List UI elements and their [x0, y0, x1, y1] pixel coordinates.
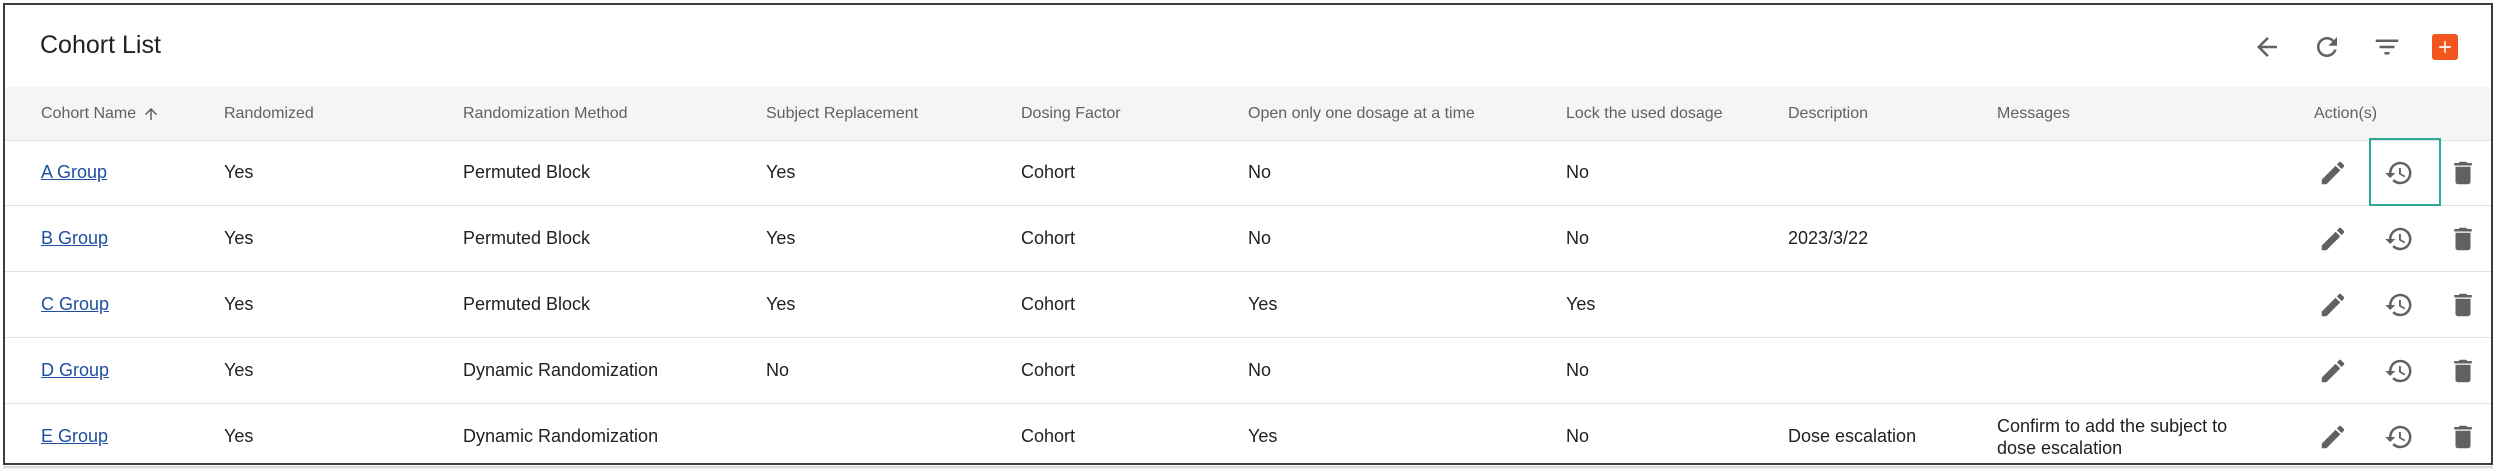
edit-button[interactable] [2313, 404, 2353, 469]
page-title: Cohort List [40, 31, 161, 59]
lock-value: No [1566, 162, 1590, 182]
dosing-value: Cohort [1021, 162, 1076, 182]
table-row: D Group Yes Dynamic Randomization No Coh… [5, 338, 2491, 404]
history-button[interactable] [2379, 140, 2419, 205]
add-cohort-button[interactable] [2432, 34, 2458, 60]
column-header-subject-replacement: Subject Replacement [766, 104, 919, 122]
back-button[interactable] [2249, 29, 2285, 65]
trash-icon [2454, 293, 2472, 316]
dosing-value: Cohort [1021, 360, 1076, 380]
pencil-icon [2321, 161, 2345, 184]
plus-icon [2439, 41, 2451, 53]
pencil-icon [2321, 227, 2345, 250]
table-row: A Group Yes Permuted Block Yes Cohort No… [5, 140, 2491, 206]
refresh-button[interactable] [2309, 29, 2345, 65]
lock-value: No [1566, 426, 1590, 446]
column-header-description: Description [1788, 104, 1869, 122]
table-header: Cohort Name Randomized Randomization Met… [5, 87, 2491, 141]
messages-value [1997, 338, 2247, 403]
trash-icon [2454, 161, 2472, 184]
cohort-name-link[interactable]: A Group [41, 140, 107, 205]
filter-list-icon [2375, 39, 2399, 55]
history-icon [2385, 359, 2412, 382]
randomized-value: Yes [224, 426, 254, 446]
history-button[interactable] [2379, 404, 2419, 469]
replacement-value: Yes [766, 162, 796, 182]
delete-button[interactable] [2443, 404, 2483, 469]
table-row: E Group Yes Dynamic Randomization Cohort… [5, 404, 2491, 469]
lock-value: No [1566, 360, 1590, 380]
table-row: B Group Yes Permuted Block Yes Cohort No… [5, 206, 2491, 272]
randomized-value: Yes [224, 228, 254, 248]
history-button[interactable] [2379, 338, 2419, 403]
open-one-value: No [1248, 162, 1272, 182]
messages-value [1997, 206, 2247, 271]
history-icon [2385, 161, 2412, 184]
dosing-value: Cohort [1021, 294, 1076, 314]
edit-button[interactable] [2313, 206, 2353, 271]
dosing-value: Cohort [1021, 426, 1076, 446]
delete-button[interactable] [2443, 206, 2483, 271]
history-button[interactable] [2379, 206, 2419, 271]
open-one-value: No [1248, 228, 1272, 248]
history-button[interactable] [2379, 272, 2419, 337]
method-value: Permuted Block [463, 228, 591, 248]
column-header-cohort-name[interactable]: Cohort Name [41, 87, 160, 140]
delete-button[interactable] [2443, 140, 2483, 205]
history-icon [2385, 227, 2412, 250]
trash-icon [2454, 227, 2472, 250]
method-value: Dynamic Randomization [463, 360, 659, 380]
lock-value: Yes [1566, 294, 1596, 314]
arrow-up-icon[interactable] [142, 105, 160, 123]
cohort-name-link[interactable]: B Group [41, 206, 108, 271]
delete-button[interactable] [2443, 338, 2483, 403]
edit-button[interactable] [2313, 272, 2353, 337]
edit-button[interactable] [2313, 140, 2353, 205]
column-header-open-one-dosage: Open only one dosage at a time [1248, 104, 1475, 122]
cohort-name-link[interactable]: C Group [41, 272, 109, 337]
delete-button[interactable] [2443, 272, 2483, 337]
trash-icon [2454, 425, 2472, 448]
pencil-icon [2321, 425, 2345, 448]
trash-icon [2454, 359, 2472, 382]
randomized-value: Yes [224, 360, 254, 380]
description-value: 2023/3/22 [1788, 228, 1869, 248]
column-header-randomized: Randomized [224, 104, 314, 122]
edit-button[interactable] [2313, 338, 2353, 403]
panel-shadow [3, 466, 2493, 470]
randomized-value: Yes [224, 294, 254, 314]
method-value: Dynamic Randomization [463, 426, 659, 446]
open-one-value: Yes [1248, 426, 1278, 446]
cohort-name-link[interactable]: E Group [41, 404, 108, 469]
messages-value [1997, 140, 2247, 205]
filter-button[interactable] [2369, 29, 2405, 65]
open-one-value: No [1248, 360, 1272, 380]
pencil-icon [2321, 359, 2345, 382]
refresh-icon [2317, 37, 2337, 57]
column-header-dosing-factor: Dosing Factor [1021, 104, 1121, 122]
table-row: C Group Yes Permuted Block Yes Cohort Ye… [5, 272, 2491, 338]
dosing-value: Cohort [1021, 228, 1076, 248]
replacement-value: Yes [766, 228, 796, 248]
column-header-actions: Action(s) [2314, 104, 2378, 122]
description-value: Dose escalation [1788, 426, 1917, 446]
open-one-value: Yes [1248, 294, 1278, 314]
replacement-value: Yes [766, 294, 796, 314]
messages-value: Confirm to add the subject to dose escal… [1997, 415, 2228, 458]
replacement-value: No [766, 360, 790, 380]
method-value: Permuted Block [463, 162, 591, 182]
column-header-randomization-method: Randomization Method [463, 104, 628, 122]
column-header-messages: Messages [1997, 104, 2070, 122]
cohort-list-panel: Cohort List Cohort Name Randomized Rando… [3, 3, 2493, 465]
column-header-lock-used-dosage: Lock the used dosage [1566, 104, 1723, 122]
method-value: Permuted Block [463, 294, 591, 314]
randomized-value: Yes [224, 162, 254, 182]
arrow-left-icon [2257, 37, 2277, 57]
lock-value: No [1566, 228, 1590, 248]
history-icon [2385, 425, 2412, 448]
pencil-icon [2321, 293, 2345, 316]
messages-value [1997, 272, 2247, 337]
cohort-name-link[interactable]: D Group [41, 338, 109, 403]
history-icon [2385, 293, 2412, 316]
